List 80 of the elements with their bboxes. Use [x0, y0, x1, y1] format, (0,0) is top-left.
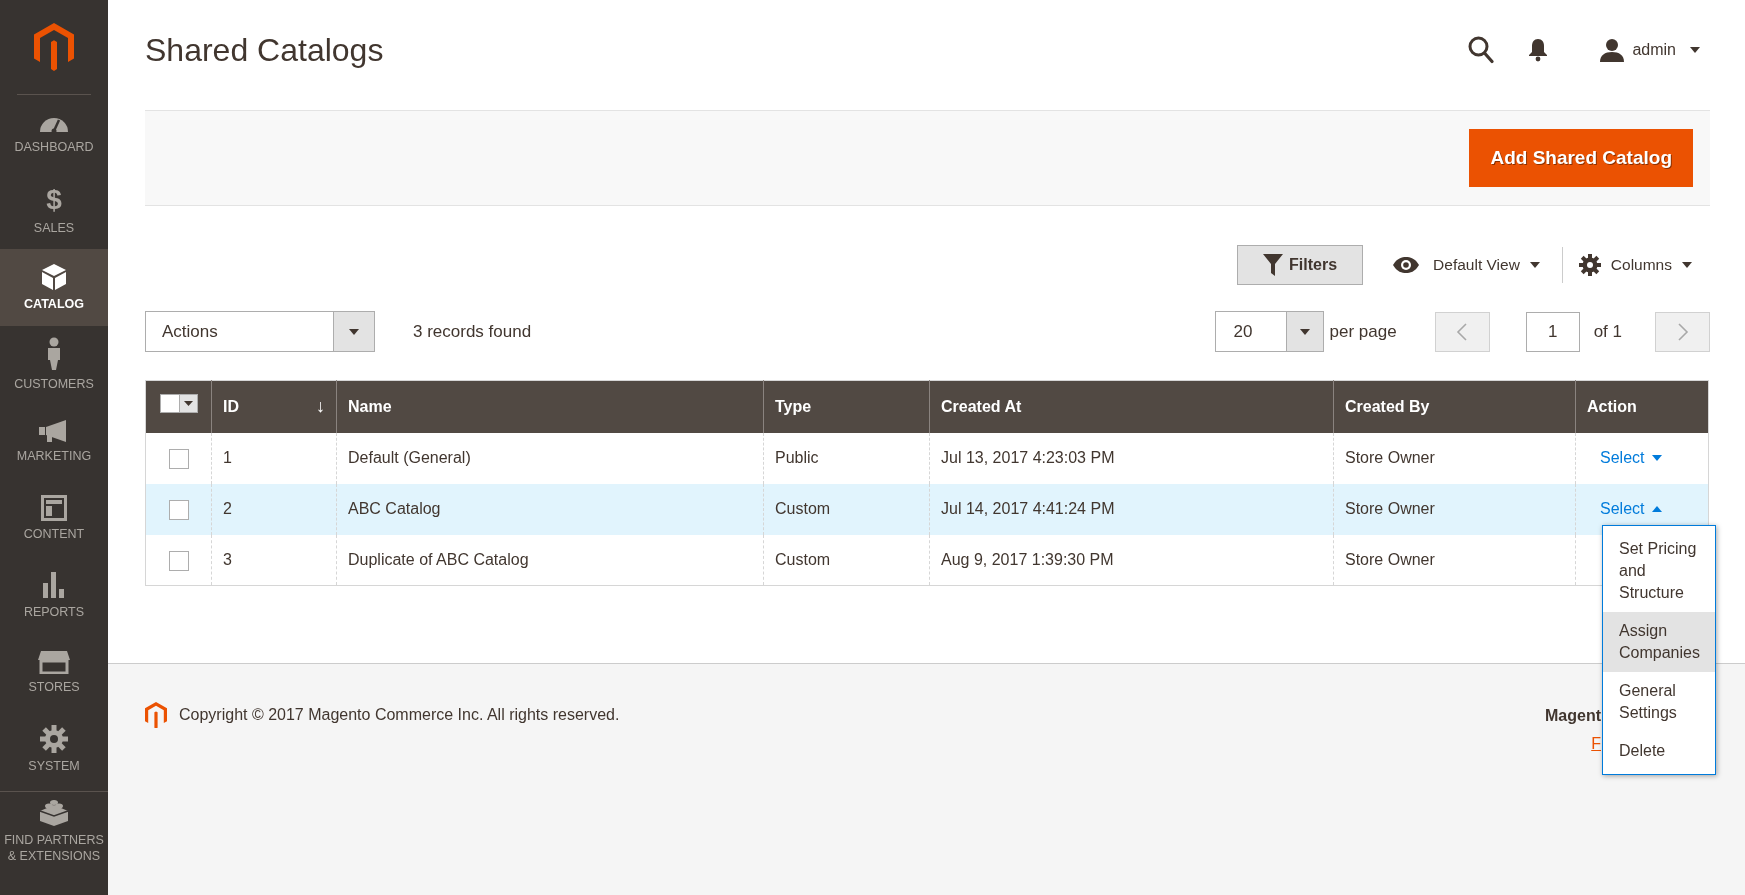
logo-icon [145, 702, 167, 728]
row-checkbox[interactable] [168, 499, 189, 520]
caret-icon [1652, 506, 1663, 512]
chevron-right-icon [1676, 322, 1689, 341]
sidebar-item[interactable]: DASHBOARD [0, 95, 108, 172]
table-cell: Default (General) [336, 432, 764, 484]
person-icon [46, 336, 62, 371]
logo-icon [34, 23, 74, 71]
filters-button[interactable]: Filters [1237, 245, 1364, 285]
table-cell: Aug 9, 2017 1:39:30 PM [929, 534, 1334, 586]
menu-item[interactable]: Assign Companies [1603, 611, 1715, 672]
table-cell: Jul 13, 2017 4:23:03 PM [929, 432, 1334, 484]
actions-dropdown[interactable]: Actions [145, 311, 375, 352]
per-page-dropdown[interactable]: 20 [1214, 311, 1324, 352]
caret-icon [1690, 47, 1700, 53]
mass-select-control[interactable] [159, 394, 198, 414]
notifications-bell-icon[interactable] [1528, 38, 1549, 62]
records-count: 3 records found [413, 320, 532, 343]
menu-item[interactable]: Delete [1603, 731, 1715, 770]
layout-icon [41, 494, 67, 521]
select-action-link[interactable]: Select [1600, 446, 1663, 470]
blocks-icon [39, 798, 69, 827]
column-header[interactable]: Type [775, 394, 812, 419]
sidebar-item[interactable]: CATALOG [0, 249, 108, 326]
page-title: Shared Catalogs [145, 30, 384, 70]
table-cell: 2 [211, 483, 337, 535]
view-switcher[interactable]: Default View [1393, 253, 1540, 277]
add-shared-catalog-button[interactable]: Add Shared Catalog [1469, 128, 1693, 188]
eye-icon [1393, 257, 1420, 273]
table-cell: Jul 14, 2017 4:41:24 PM [929, 483, 1334, 535]
dollar-icon: $ [46, 184, 62, 215]
caret-icon [1652, 455, 1663, 461]
menu-item[interactable]: Set Pricing and Structure [1603, 529, 1715, 612]
bar-chart-icon [42, 570, 66, 599]
box-icon [40, 262, 68, 291]
caret-icon [183, 401, 193, 407]
sidebar-item[interactable]: CUSTOMERS [0, 326, 108, 403]
search-icon[interactable] [1468, 36, 1495, 64]
page-count: of 1 [1593, 320, 1622, 343]
table-cell: Duplicate of ABC Catalog [336, 534, 764, 586]
per-page-label: per page [1329, 320, 1397, 343]
caret-icon [349, 328, 359, 335]
sort-arrow[interactable]: ↓ [316, 393, 325, 421]
caret-icon [1682, 262, 1692, 268]
column-header[interactable]: ID [223, 394, 239, 419]
table-cell: Public [763, 432, 930, 484]
sidebar-item[interactable]: SYSTEM [0, 711, 108, 788]
table-cell: 1 [211, 432, 337, 484]
table-cell: Custom [763, 534, 930, 586]
copyright-text: Copyright © 2017 Magento Commerce Inc. All rights reserved. [179, 705, 620, 725]
caret-icon [1529, 262, 1540, 268]
row-checkbox[interactable] [168, 448, 189, 469]
caret-icon [1299, 328, 1310, 335]
column-header[interactable]: Name [348, 394, 392, 419]
sidebar-item[interactable]: MARKETING [0, 403, 108, 480]
menu-item[interactable]: General Settings [1603, 671, 1715, 732]
table-cell: Custom [763, 483, 930, 535]
table-cell: ABC Catalog [336, 483, 764, 535]
row-checkbox[interactable] [168, 550, 189, 571]
column-header[interactable]: Created At [941, 394, 1022, 419]
sidebar-item[interactable]: $ SALES [0, 172, 108, 249]
storefront-icon [38, 649, 70, 674]
sidebar-item[interactable]: REPORTS [0, 557, 108, 634]
page-number-field[interactable]: 1 [1525, 311, 1580, 352]
gear-icon [40, 724, 68, 753]
gear-icon [1578, 254, 1601, 276]
user-menu[interactable]: admin [1600, 38, 1700, 62]
column-header[interactable]: Action [1587, 394, 1637, 419]
table-cell: Store Owner [1333, 534, 1576, 586]
filter-icon [1263, 254, 1284, 276]
table-cell: Store Owner [1333, 483, 1576, 535]
columns-control[interactable]: Columns [1578, 253, 1692, 277]
table-cell: 3 [211, 534, 337, 586]
table-cell: Store Owner [1333, 432, 1576, 484]
brand-text: Magent [1545, 706, 1601, 726]
user-icon [1600, 38, 1625, 62]
chevron-left-icon [1456, 322, 1469, 341]
sidebar-item[interactable]: STORES [0, 634, 108, 711]
sidebar-item[interactable]: CONTENT [0, 480, 108, 557]
column-header[interactable]: Created By [1345, 394, 1430, 419]
